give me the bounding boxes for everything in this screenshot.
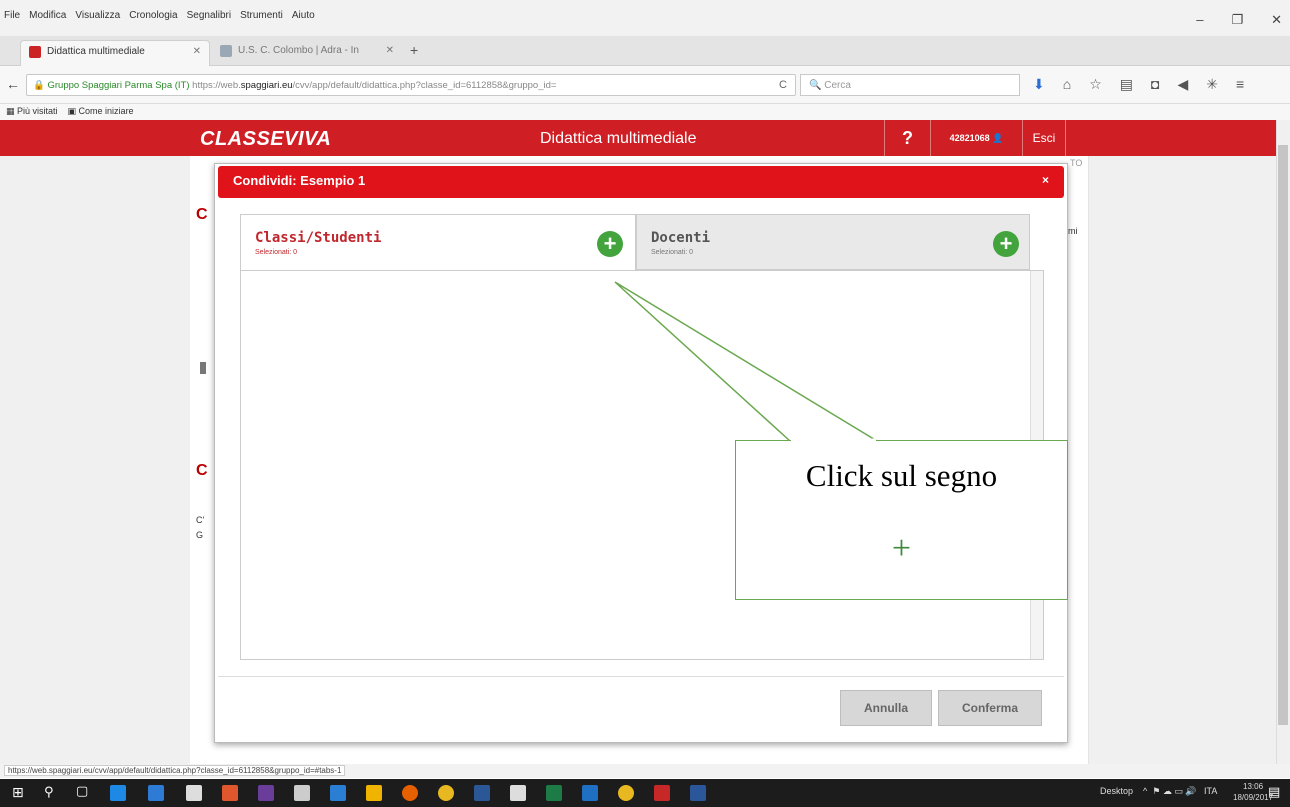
task-view-icon[interactable]: ▢ <box>76 783 88 799</box>
callout-pointer-mask <box>791 438 876 442</box>
desktop-toolbar[interactable]: Desktop <box>1100 786 1133 796</box>
chrome-icon[interactable] <box>438 785 454 801</box>
excel-icon[interactable] <box>546 785 562 801</box>
notifications-icon[interactable]: ▤ <box>1268 784 1280 800</box>
mail-icon[interactable] <box>510 785 526 801</box>
app-icon[interactable] <box>148 785 164 801</box>
callout-text: Click sul segno <box>805 458 998 493</box>
callout-plus-symbol: + <box>891 530 912 567</box>
search-icon[interactable]: ⚲ <box>44 784 54 800</box>
system-tray: Desktop ^ ⚑ ☁ ▭ 🔊 ITA <box>1100 786 1218 796</box>
start-windows-icon[interactable]: ⊞ <box>12 784 24 801</box>
language-indicator[interactable]: ITA <box>1204 786 1217 796</box>
status-url: https://web.spaggiari.eu/cvv/app/default… <box>4 765 346 776</box>
chrome-icon[interactable] <box>618 785 634 801</box>
acrobat-icon[interactable] <box>654 785 670 801</box>
photoshop-icon[interactable] <box>474 785 490 801</box>
status-bar: https://web.spaggiari.eu/cvv/app/default… <box>0 764 1290 778</box>
firefox-icon[interactable] <box>402 785 418 801</box>
outlook-icon[interactable] <box>582 785 598 801</box>
office-icon[interactable] <box>222 785 238 801</box>
app-icon[interactable] <box>330 785 346 801</box>
file-explorer-icon[interactable] <box>366 785 382 801</box>
word-icon[interactable] <box>690 785 706 801</box>
onenote-icon[interactable] <box>258 785 274 801</box>
edge-browser-icon[interactable] <box>110 785 126 801</box>
store-icon[interactable] <box>186 785 202 801</box>
calculator-icon[interactable] <box>294 785 310 801</box>
